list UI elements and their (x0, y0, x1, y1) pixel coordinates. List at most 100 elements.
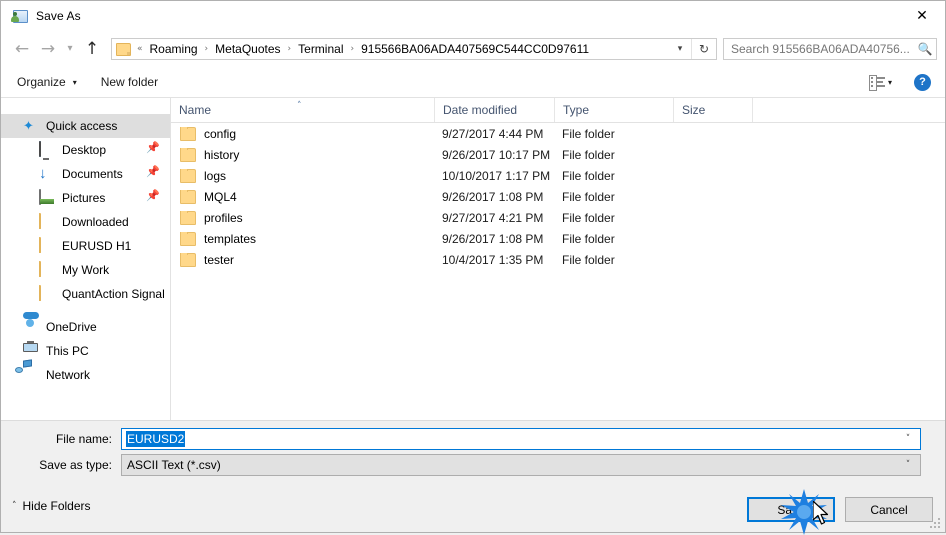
network-icon (15, 359, 39, 383)
sidebar-item-desktop[interactable]: Desktop 📌 (1, 138, 170, 162)
breadcrumb-overflow[interactable]: « (135, 44, 148, 54)
sidebar-item-label: Pictures (62, 191, 106, 205)
cell-name: logs (171, 168, 434, 183)
table-row[interactable]: logs 10/10/2017 1:17 PM File folder (171, 165, 945, 186)
file-name: config (204, 126, 237, 141)
new-folder-button[interactable]: New folder (93, 71, 166, 93)
cell-date-modified: 10/10/2017 1:17 PM (442, 168, 551, 183)
filename-dropdown-button[interactable]: ˅ (896, 434, 920, 444)
filetype-select[interactable]: ASCII Text (*.csv) ˅ (121, 454, 921, 476)
table-row[interactable]: history 9/26/2017 10:17 PM File folder (171, 144, 945, 165)
sidebar-item-label: Documents (62, 167, 123, 181)
help-button[interactable]: ? (914, 73, 931, 91)
pin-icon[interactable]: 📌 (146, 167, 160, 179)
pin-icon[interactable]: 📌 (146, 143, 160, 155)
table-row[interactable]: profiles 9/27/2017 4:21 PM File folder (171, 207, 945, 228)
cell-type: File folder (562, 126, 615, 141)
folder-icon (39, 213, 55, 230)
sidebar-item-label: Network (46, 368, 91, 382)
view-layout-icon (868, 75, 886, 91)
sidebar-item-my-work[interactable]: My Work (1, 258, 170, 282)
search-input[interactable]: Search 915566BA06ADA40756... (724, 42, 914, 56)
sidebar-item-quantaction-signal[interactable]: QuantAction Signal (1, 282, 170, 306)
search-box[interactable]: Search 915566BA06ADA40756... 🔍 (723, 38, 937, 60)
file-name: logs (204, 168, 227, 183)
sidebar-item-pictures[interactable]: Pictures 📌 (1, 186, 170, 210)
folder-icon (39, 261, 55, 278)
pin-icon[interactable]: 📌 (146, 191, 160, 203)
refresh-button[interactable]: ↻ (691, 39, 716, 59)
close-icon: ✕ (916, 8, 928, 24)
sidebar-item-onedrive[interactable]: OneDrive (1, 312, 170, 339)
table-row[interactable]: config 9/27/2017 4:44 PM File folder (171, 123, 945, 144)
cell-name: profiles (171, 210, 434, 225)
table-row[interactable]: templates 9/26/2017 1:08 PM File folder (171, 228, 945, 249)
column-header-name-label: Name (179, 103, 212, 117)
file-rows: config 9/27/2017 4:44 PM File folder histor… (171, 123, 945, 420)
arrow-left-icon: ← (14, 38, 30, 59)
folder-icon (39, 285, 55, 302)
column-header-date-modified[interactable]: Date modified (434, 98, 554, 122)
filename-value: EURUSD2 (126, 431, 186, 447)
sidebar-item-network[interactable]: Network (1, 359, 170, 387)
file-name: history (204, 147, 240, 162)
breadcrumb-item-terminal[interactable]: Terminal (296, 42, 345, 56)
cancel-button[interactable]: Cancel (845, 497, 933, 522)
column-header-name[interactable]: Name ˄ (171, 98, 434, 122)
table-row[interactable]: tester 10/4/2017 1:35 PM File folder (171, 249, 945, 270)
sidebar-item-label: EURUSD H1 (62, 239, 132, 253)
chevron-down-icon: ▾ (677, 44, 683, 54)
cell-name: tester (171, 252, 434, 267)
new-folder-label: New folder (100, 75, 159, 89)
chevron-down-icon: ▾ (72, 77, 77, 87)
sidebar-item-quick-access[interactable]: ✦ Quick access (1, 114, 170, 138)
folder-icon (180, 168, 196, 183)
file-name: MQL4 (204, 189, 237, 204)
command-toolbar: Organize ▾ New folder ▾ ? (1, 67, 945, 98)
sidebar-item-eurusd-h1[interactable]: EURUSD H1 (1, 234, 170, 258)
chevron-down-icon: ˅ (905, 434, 911, 444)
hide-folders-button[interactable]: ˄ Hide Folders (12, 499, 91, 513)
folder-icon (39, 237, 55, 254)
cell-date-modified: 9/26/2017 10:17 PM (442, 147, 551, 162)
breadcrumb-item-terminal-id[interactable]: 915566BA06ADA407569C544CC0D97611 (359, 42, 591, 56)
breadcrumb: « Roaming › MetaQuotes › Terminal › 9155… (135, 42, 669, 56)
save-as-icon (11, 8, 28, 24)
cell-type: File folder (562, 231, 615, 246)
sidebar-item-label: Quick access (46, 119, 118, 133)
navigation-pane: ✦ Quick access Desktop 📌 ↓ Documents 📌 Pictures… (1, 98, 171, 420)
breadcrumb-item-roaming[interactable]: Roaming (148, 42, 200, 56)
filename-row: File name: EURUSD2 ˅ (1, 428, 945, 450)
column-header-type[interactable]: Type (554, 98, 673, 122)
file-name: tester (204, 252, 235, 267)
file-list-pane: Name ˄ Date modified Type Size config 9/2… (171, 98, 945, 420)
chevron-down-icon: ▾ (887, 77, 892, 87)
save-button[interactable]: Save (747, 497, 835, 522)
back-button[interactable]: ← (9, 36, 35, 62)
chevron-down-icon: ˅ (905, 460, 911, 470)
close-button[interactable]: ✕ (899, 1, 945, 31)
sidebar-item-downloaded[interactable]: Downloaded (1, 210, 170, 234)
cell-date-modified: 9/26/2017 1:08 PM (442, 231, 544, 246)
address-dropdown-button[interactable]: ▾ (669, 39, 691, 59)
dialog-body: ✦ Quick access Desktop 📌 ↓ Documents 📌 Pictures… (1, 98, 945, 420)
filetype-dropdown-button[interactable]: ˅ (896, 460, 920, 470)
column-header-size[interactable]: Size (673, 98, 753, 122)
filename-input[interactable]: EURUSD2 ˅ (121, 428, 921, 450)
help-icon: ? (919, 76, 926, 88)
address-bar[interactable]: « Roaming › MetaQuotes › Terminal › 9155… (111, 38, 717, 60)
sidebar-item-documents[interactable]: ↓ Documents 📌 (1, 162, 170, 186)
cell-date-modified: 9/27/2017 4:44 PM (442, 126, 544, 141)
change-view-button[interactable]: ▾ (861, 71, 914, 93)
organize-button[interactable]: Organize ▾ (9, 71, 85, 93)
cell-type: File folder (562, 252, 615, 267)
recent-locations-button[interactable]: ▾ (61, 36, 79, 62)
forward-button[interactable]: → (35, 36, 61, 62)
cell-type: File folder (562, 210, 615, 225)
resize-grip[interactable] (930, 518, 941, 529)
table-row[interactable]: MQL4 9/26/2017 1:08 PM File folder (171, 186, 945, 207)
up-button[interactable]: ↑ (79, 36, 105, 62)
sidebar-item-label: Downloaded (62, 215, 129, 229)
file-name: templates (204, 231, 257, 246)
breadcrumb-item-metaquotes[interactable]: MetaQuotes (213, 42, 282, 56)
